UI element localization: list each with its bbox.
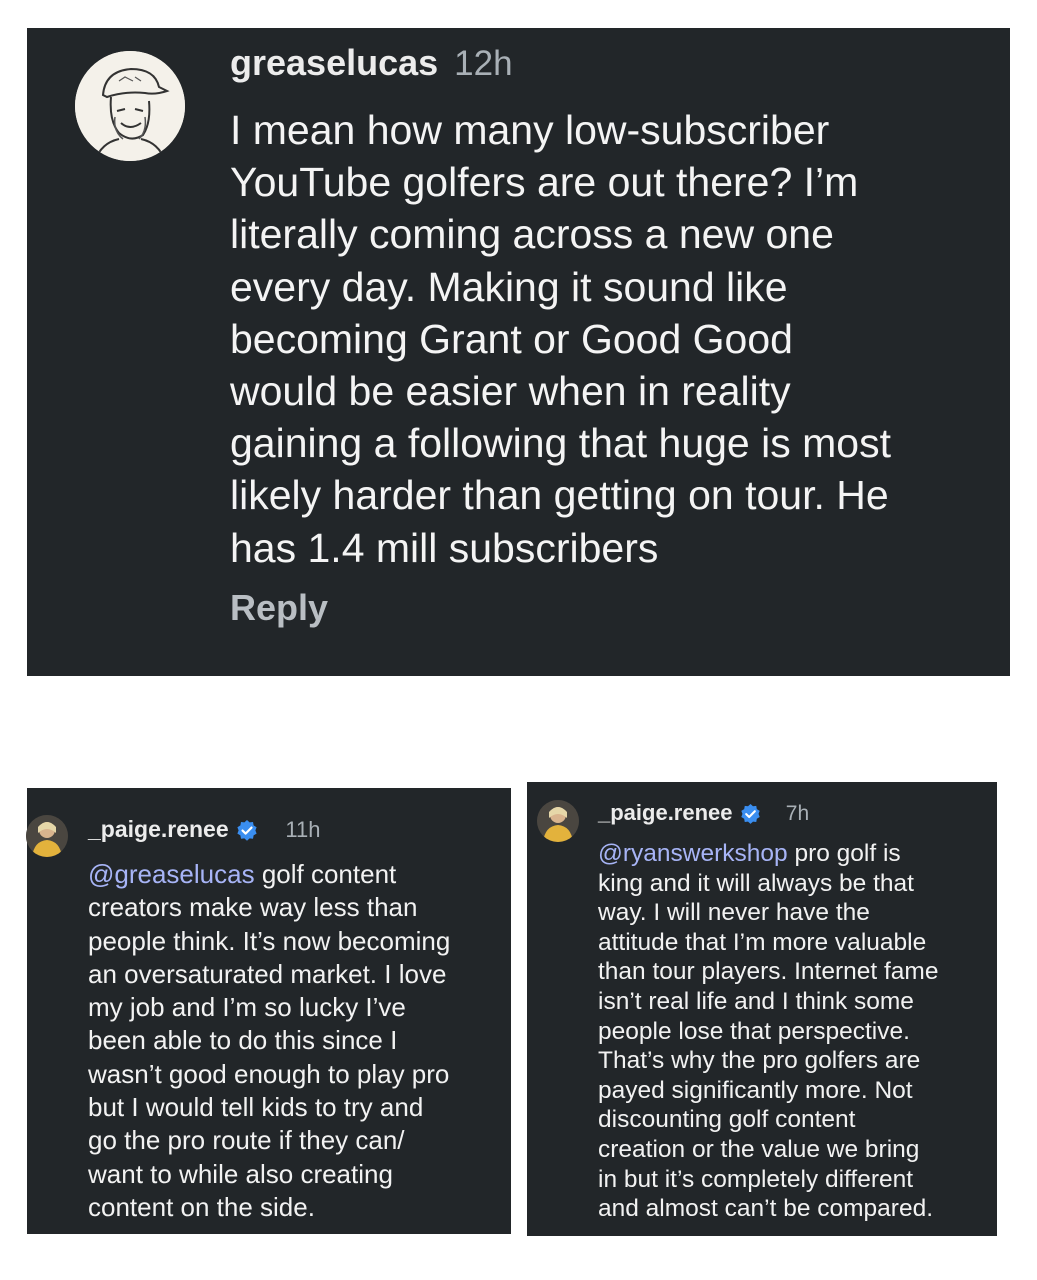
verified-badge-icon [740,803,760,824]
comment-text: @ryanswerkshop pro golf is king and it w… [598,839,993,1224]
sketch-avatar-icon [75,51,185,161]
timestamp: 12h [454,44,513,83]
username[interactable]: _paige.renee [88,816,229,842]
comment-header: greaselucas 12h [230,42,513,84]
avatar[interactable] [537,800,579,842]
comment-main: greaselucas 12h I mean how many low-subsc… [27,28,1010,676]
reply-button[interactable]: Reply [230,587,328,629]
comment-header: _paige.renee 7h [598,800,809,826]
verified-badge-icon [237,819,257,841]
avatar[interactable] [75,51,185,161]
avatar[interactable] [26,815,68,857]
comment-body: golf content creators make way less than… [88,859,451,1222]
comment-text: I mean how many low-subscriber YouTube g… [230,107,891,571]
username[interactable]: greaselucas [230,42,438,83]
mention-link[interactable]: @ryanswerkshop [598,840,788,867]
avatar-photo-icon [537,800,579,842]
comment-body: pro golf is king and it will always be t… [598,840,939,1223]
comment-text: @greaselucas golf content creators make … [88,858,506,1224]
username[interactable]: _paige.renee [598,800,733,825]
reply-comment-right: _paige.renee 7h @ryanswerkshop pro golf … [527,782,997,1236]
reply-comment-left: _paige.renee 11h @greaselucas golf conte… [26,788,511,1234]
avatar-photo-icon [26,815,68,857]
mention-link[interactable]: @greaselucas [88,859,255,889]
comment-header: _paige.renee 11h [88,816,321,843]
timestamp: 11h [285,817,321,842]
timestamp: 7h [785,802,810,825]
